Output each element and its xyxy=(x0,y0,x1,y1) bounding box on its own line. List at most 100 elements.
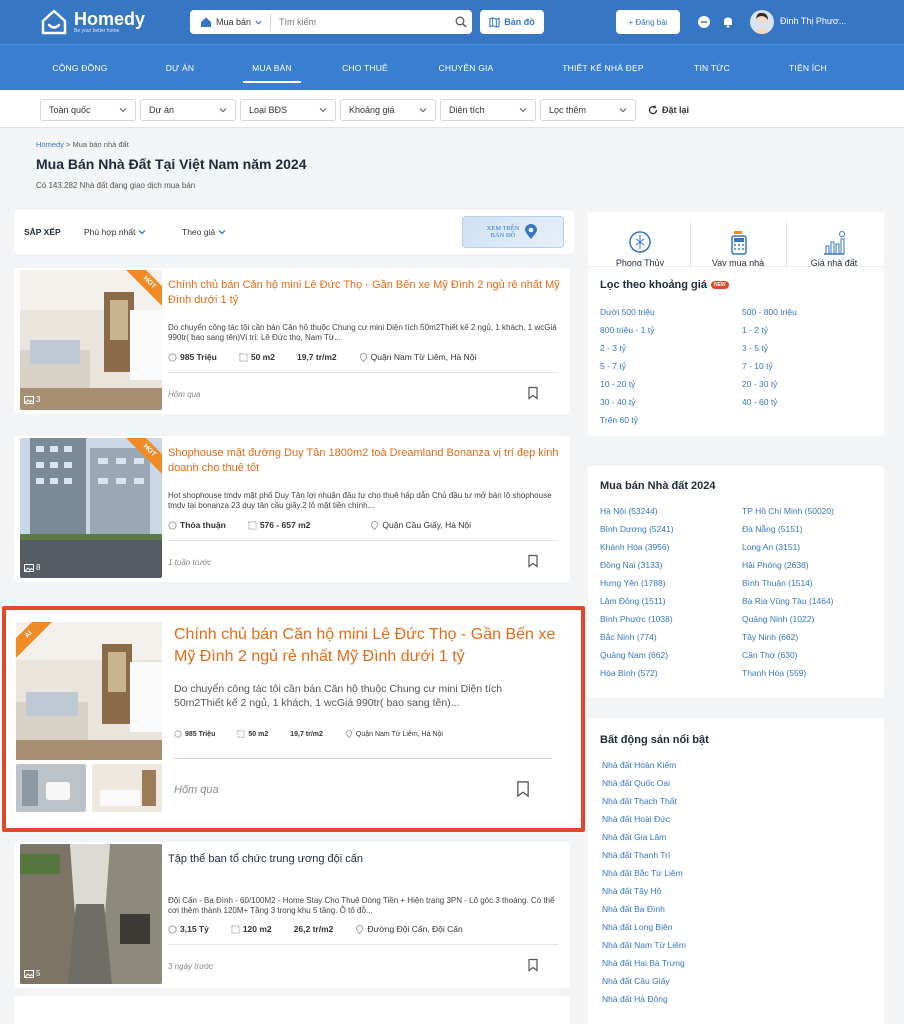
sort-relevance[interactable]: Phù hợp nhất xyxy=(84,227,146,237)
listing-card[interactable]: 5 Tập thể ban tổ chức trung ương đội cấn… xyxy=(14,842,570,988)
search-button[interactable] xyxy=(450,11,472,33)
listing-thumbnail[interactable]: HOT 3 xyxy=(20,270,162,410)
filter-property-type[interactable]: Loại BĐS xyxy=(240,99,336,121)
filter-reset-button[interactable]: Đặt lại xyxy=(648,99,689,121)
featured-link[interactable]: Nhà đất Hoài Đức xyxy=(602,814,670,824)
breadcrumb-home[interactable]: Homedy xyxy=(36,140,64,149)
region-link[interactable]: Khánh Hòa (3956) xyxy=(600,542,669,552)
nav-news[interactable]: TIN TỨC xyxy=(680,45,744,91)
filter-more[interactable]: Lọc thêm xyxy=(540,99,636,121)
listing-card[interactable]: HOT 3 Chính chủ bán Căn hộ mini Lê Đức T… xyxy=(14,268,570,414)
featured-link[interactable]: Nhà đất Tây Hồ xyxy=(602,886,661,896)
price-range-link[interactable]: 2 - 3 tỷ xyxy=(600,343,626,353)
homedy-logo[interactable]: Homedy Be your better home xyxy=(40,7,145,37)
search-type-select[interactable]: Mua bán xyxy=(190,14,272,30)
region-link[interactable]: Thanh Hóa (559) xyxy=(742,668,806,678)
highlighted-listing-card[interactable]: AI Chính chủ bán Căn hộ mini Lê Đức Thọ … xyxy=(2,606,585,832)
price-range-link[interactable]: 1 - 2 tỷ xyxy=(742,325,768,335)
featured-link[interactable]: Nhà đất Thanh Trì xyxy=(602,850,670,860)
listing-title[interactable]: Chính chủ bán Căn hộ mini Lê Đức Thọ - G… xyxy=(174,624,564,668)
region-link[interactable]: Bình Dương (5241) xyxy=(600,524,674,534)
featured-link[interactable]: Nhà đất Bắc Từ Liêm xyxy=(602,868,683,878)
user-name[interactable]: Đinh Thị Phươ... xyxy=(780,16,846,26)
featured-link[interactable]: Nhà đất Quốc Oai xyxy=(602,778,670,788)
listing-title[interactable]: Shophouse mặt đường Duy Tân 1800m2 toà D… xyxy=(168,446,564,476)
region-link[interactable]: Hòa Bình (572) xyxy=(600,668,658,678)
nav-experts[interactable]: CHUYÊN GIA xyxy=(426,45,506,91)
notifications-button[interactable] xyxy=(718,12,738,32)
price-range-link[interactable]: Trên 60 tỷ xyxy=(600,415,638,425)
view-on-map-button[interactable]: XEM TRÊN BẢN ĐỒ xyxy=(462,216,564,248)
region-link[interactable]: Hà Nội (53244) xyxy=(600,506,658,516)
messages-button[interactable] xyxy=(694,12,714,32)
price-range-link[interactable]: Dưới 500 triệu xyxy=(600,307,655,317)
search-input[interactable] xyxy=(271,17,450,27)
filter-price[interactable]: Khoảng giá xyxy=(340,99,436,121)
listing-title[interactable]: Tập thể ban tổ chức trung ương đội cấn xyxy=(168,852,564,867)
nav-buy-sell[interactable]: MUA BÁN xyxy=(236,45,308,91)
region-link[interactable]: Bình Thuận (1514) xyxy=(742,578,813,588)
nav-community[interactable]: CỘNG ĐỒNG xyxy=(40,45,120,91)
featured-link[interactable]: Nhà đất Nam Từ Liêm xyxy=(602,940,686,950)
bookmark-icon[interactable] xyxy=(514,780,532,798)
listing-thumbnail[interactable]: AI xyxy=(16,622,162,760)
region-link[interactable]: Cần Thơ (630) xyxy=(742,650,798,660)
map-button-label: Bản đồ xyxy=(504,17,535,27)
tool-feng-shui[interactable]: Phong Thủy xyxy=(594,216,686,272)
price-range-link[interactable]: 7 - 10 tỷ xyxy=(742,361,773,371)
price-range-link[interactable]: 40 - 60 tỷ xyxy=(742,397,777,407)
tool-loan[interactable]: Vay mua nhà xyxy=(692,216,784,272)
listing-title[interactable]: Chính chủ bán Căn hộ mini Lê Đức Thọ - G… xyxy=(168,278,564,308)
region-link[interactable]: Quảng Ninh (1022) xyxy=(742,614,814,624)
region-link[interactable]: TP Hồ Chí Minh (50020) xyxy=(742,506,834,516)
region-link[interactable]: Bà Rịa Vũng Tàu (1464) xyxy=(742,596,834,606)
avatar[interactable] xyxy=(750,10,774,34)
featured-link[interactable]: Nhà đất Hai Bà Trưng xyxy=(602,958,685,968)
bookmark-icon[interactable] xyxy=(526,554,540,568)
listing-thumbnail[interactable]: 5 xyxy=(20,844,162,984)
price-range-link[interactable]: 20 - 30 tỷ xyxy=(742,379,777,389)
nav-projects[interactable]: DỰ ÁN xyxy=(150,45,210,91)
listing-price: Thỏa thuận xyxy=(168,520,226,530)
chevron-down-icon xyxy=(255,20,262,25)
region-link[interactable]: Long An (3151) xyxy=(742,542,800,552)
region-link[interactable]: Hưng Yên (1788) xyxy=(600,578,666,588)
region-link[interactable]: Tây Ninh (662) xyxy=(742,632,798,642)
tool-land-price[interactable]: Giá nhà đất xyxy=(788,216,880,272)
featured-link[interactable]: Nhà đất Hoàn Kiếm xyxy=(602,760,676,770)
listing-thumbnail[interactable]: HOT 8 xyxy=(20,438,162,578)
featured-link[interactable]: Nhà đất Long Biên xyxy=(602,922,672,932)
featured-link[interactable]: Nhà đất Cầu Giấy xyxy=(602,976,670,986)
price-range-link[interactable]: 500 - 800 triệu xyxy=(742,307,797,317)
price-range-link[interactable]: 10 - 20 tỷ xyxy=(600,379,635,389)
price-range-link[interactable]: 800 triệu - 1 tỷ xyxy=(600,325,654,335)
sort-price[interactable]: Theo giá xyxy=(182,227,226,237)
region-link[interactable]: Đà Nẵng (5151) xyxy=(742,524,802,534)
listing-thumbnail-small[interactable] xyxy=(92,764,162,812)
price-range-link[interactable]: 3 - 5 tỷ xyxy=(742,343,768,353)
filter-region[interactable]: Toàn quốc xyxy=(40,99,136,121)
region-link[interactable]: Đồng Nai (3133) xyxy=(600,560,662,570)
featured-link[interactable]: Nhà đất Thạch Thất xyxy=(602,796,677,806)
post-button[interactable]: + Đăng bài xyxy=(616,10,680,34)
region-link[interactable]: Quảng Nam (662) xyxy=(600,650,668,660)
nav-house-design[interactable]: THIẾT KẾ NHÀ ĐẸP xyxy=(548,45,658,91)
bookmark-icon[interactable] xyxy=(526,958,540,972)
region-link[interactable]: Hải Phòng (2638) xyxy=(742,560,809,570)
listing-thumbnail-small[interactable] xyxy=(16,764,86,812)
region-link[interactable]: Bình Phước (1038) xyxy=(600,614,673,624)
nav-utilities[interactable]: TIỆN ÍCH xyxy=(776,45,840,91)
region-link[interactable]: Lâm Đồng (1511) xyxy=(600,596,666,606)
price-range-link[interactable]: 30 - 40 tỷ xyxy=(600,397,635,407)
featured-link[interactable]: Nhà đất Hà Đông xyxy=(602,994,668,1004)
listing-card[interactable]: HOT 8 Shophouse mặt đường Duy Tân 1800m2… xyxy=(14,436,570,582)
price-range-link[interactable]: 5 - 7 tỷ xyxy=(600,361,626,371)
filter-project[interactable]: Dự án xyxy=(140,99,236,121)
nav-rent[interactable]: CHO THUÊ xyxy=(330,45,400,91)
map-button[interactable]: Bản đồ xyxy=(480,10,544,34)
region-link[interactable]: Bắc Ninh (774) xyxy=(600,632,657,642)
featured-link[interactable]: Nhà đất Ba Đình xyxy=(602,904,665,914)
bookmark-icon[interactable] xyxy=(526,386,540,400)
filter-area[interactable]: Diện tích xyxy=(440,99,536,121)
featured-link[interactable]: Nhà đất Gia Lâm xyxy=(602,832,666,842)
